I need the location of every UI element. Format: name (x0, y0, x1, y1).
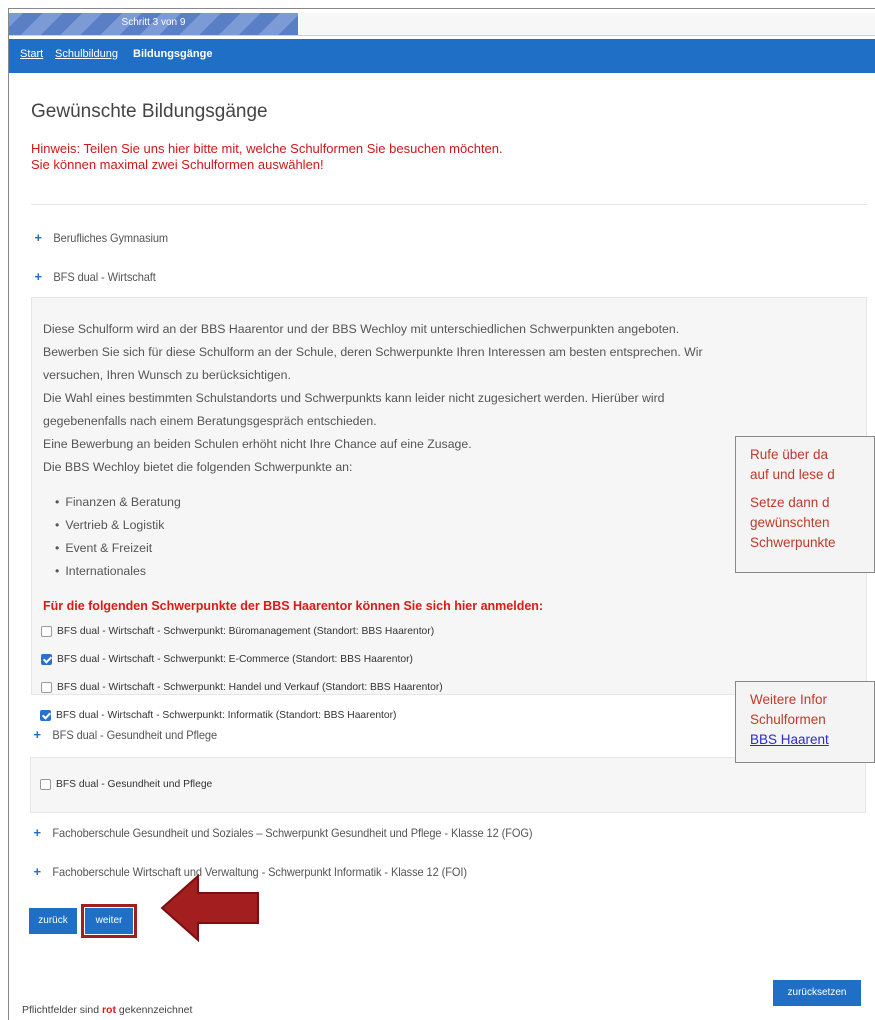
accordion-berufliches-gymnasium[interactable]: + Berufliches Gymnasium (34, 230, 169, 245)
bullet-item: Finanzen & Beratung (55, 495, 181, 509)
checkbox[interactable] (40, 779, 51, 790)
panel-text-line: Bewerben Sie sich für diese Schulform an… (43, 345, 703, 359)
callout-text: auf und lese d (750, 467, 835, 482)
checkbox[interactable] (41, 626, 52, 637)
panel-heading: Für die folgenden Schwerpunkte der BBS H… (43, 599, 544, 613)
accordion-bfs-dual-gesundheit[interactable]: + BFS dual - Gesundheit und Pflege (33, 727, 218, 742)
back-button[interactable]: zurück (29, 908, 77, 934)
checkbox-label: BFS dual - Gesundheit und Pflege (56, 779, 213, 790)
required-fields-note: Pflichtfelder sind rot gekennzeichnet (22, 1004, 192, 1016)
callout-instructions: Rufe über da auf und lese d Setze dann d g… (735, 436, 875, 573)
bullet-item: Internationales (55, 564, 146, 578)
footer-highlight: rot (101, 1004, 116, 1016)
checkbox-label: BFS dual - Wirtschaft - Schwerpunkt: Inf… (56, 710, 397, 721)
hint-line-2: Sie können maximal zwei Schulformen ausw… (31, 157, 324, 172)
progress-bar: Schritt 3 von 9 (9, 13, 875, 36)
panel-text-line: Eine Bewerbung an beiden Schulen erhöht … (43, 437, 472, 451)
accordion-fog[interactable]: + Fachoberschule Gesundheit und Soziales … (33, 825, 533, 840)
progress-label: Schritt 3 von 9 (121, 17, 186, 28)
arrow-left-icon (160, 873, 259, 943)
checkbox[interactable] (40, 710, 51, 721)
bullet-item: Vertrieb & Logistik (55, 518, 164, 532)
plus-icon: + (34, 230, 42, 245)
checkbox[interactable] (41, 654, 52, 665)
plus-icon: + (33, 864, 41, 879)
option-bueromanagement[interactable]: BFS dual - Wirtschaft - Schwerpunkt: Bür… (41, 626, 434, 637)
callout-text: Setze dann d (750, 495, 830, 510)
option-informatik[interactable]: BFS dual - Wirtschaft - Schwerpunkt: Inf… (40, 710, 397, 721)
footer-text: Pflichtfelder sind (22, 1004, 102, 1016)
panel-text-line: gegebenenfalls nach einem Beratungsgespr… (43, 414, 377, 428)
panel-text-line: versuchen, Ihren Wunsch zu berücksichtig… (43, 368, 291, 382)
panel-text-line: Die BBS Wechloy bietet die folgenden Sch… (43, 460, 353, 474)
callout-text: Weitere Infor (750, 692, 828, 707)
next-button[interactable]: weiter (81, 904, 137, 938)
accordion-label: Fachoberschule Gesundheit und Soziales –… (52, 826, 533, 840)
panel-text-line: Die Wahl eines bestimmten Schulstandorts… (43, 391, 665, 405)
accordion-label: BFS dual - Gesundheit und Pflege (52, 728, 218, 742)
callout-text: gewünschten (750, 515, 830, 530)
breadcrumb-start-link[interactable]: Start (20, 48, 43, 60)
checkbox[interactable] (41, 682, 52, 693)
reset-button[interactable]: zurücksetzen (773, 980, 861, 1006)
callout-text: Schulformen (750, 712, 826, 727)
breadcrumb: Start Schulbildung Bildungsgänge (9, 39, 875, 73)
panel-text-line: Diese Schulform wird an der BBS Haarento… (43, 322, 680, 336)
bullet-item: Event & Freizeit (55, 541, 152, 555)
footer-text: gekennzeichnet (115, 1004, 193, 1016)
page-title: Gewünschte Bildungsgänge (31, 101, 268, 122)
plus-icon: + (33, 825, 41, 840)
option-handel-und-verkauf[interactable]: BFS dual - Wirtschaft - Schwerpunkt: Han… (41, 682, 443, 693)
option-gesundheit-und-pflege[interactable]: BFS dual - Gesundheit und Pflege (40, 779, 212, 790)
bbs-haarentor-link[interactable]: BBS Haarent (750, 732, 829, 747)
plus-icon: + (33, 727, 41, 742)
hint-line-1: Hinweis: Teilen Sie uns hier bitte mit, … (31, 141, 503, 156)
plus-icon: + (34, 269, 42, 284)
checkbox-label: BFS dual - Wirtschaft - Schwerpunkt: Bür… (57, 626, 435, 637)
divider (31, 204, 867, 205)
callout-more-info: Weitere Infor Schulformen BBS Haarent (735, 681, 875, 763)
callout-text: Rufe über da (750, 447, 829, 462)
callout-text: Schwerpunkte (750, 535, 836, 550)
checkbox-label: BFS dual - Wirtschaft - Schwerpunkt: Han… (57, 682, 443, 693)
accordion-label: BFS dual - Wirtschaft (53, 270, 156, 284)
breadcrumb-current: Bildungsgänge (133, 48, 213, 60)
option-e-commerce[interactable]: BFS dual - Wirtschaft - Schwerpunkt: E-C… (41, 654, 413, 665)
accordion-label: Berufliches Gymnasium (53, 231, 169, 245)
checkbox-label: BFS dual - Wirtschaft - Schwerpunkt: E-C… (57, 654, 413, 665)
breadcrumb-schulbildung-link[interactable]: Schulbildung (55, 48, 118, 60)
accordion-bfs-dual-wirtschaft[interactable]: + BFS dual - Wirtschaft (34, 269, 156, 284)
